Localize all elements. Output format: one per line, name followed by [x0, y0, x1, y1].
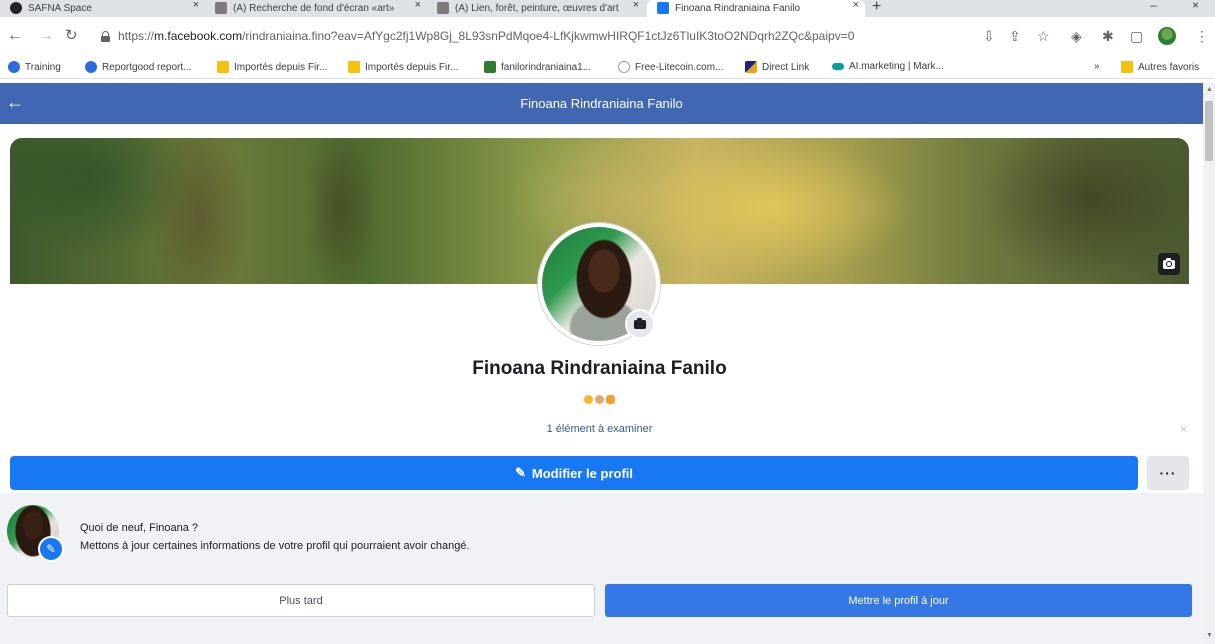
reportgood-icon	[8, 61, 20, 73]
tab-title: (А) Lien, forêt, peinture, œuvres d'art	[455, 3, 619, 14]
close-icon[interactable]: ×	[415, 0, 421, 11]
other-bookmarks-folder[interactable]: Autres favoris	[1121, 61, 1199, 73]
forward-arrow-icon[interactable]: →	[38, 28, 54, 44]
new-tab-icon[interactable]: +	[872, 0, 881, 16]
profile-camera-icon[interactable]	[625, 309, 655, 339]
flex-emoji-icon	[595, 395, 604, 405]
browser-tab[interactable]: (А) Lien, forêt, peinture, œuvres d'art …	[427, 0, 645, 17]
edit-profile-label: Modifier le profil	[531, 465, 634, 481]
update-prompt-title: Quoi de neuf, Finoana ?	[80, 522, 199, 534]
close-icon[interactable]: ×	[193, 0, 199, 11]
update-profile-card: ✎ Quoi de neuf, Finoana ? Mettons à jour…	[0, 493, 1203, 644]
browser-tab-active[interactable]: Finoana Rindraniaina Fanilo ×	[647, 0, 865, 17]
page-scrollbar[interactable]: ▲ ▼	[1203, 83, 1215, 644]
image-icon	[484, 61, 496, 73]
folder-icon	[348, 61, 360, 73]
folder-icon	[1121, 61, 1133, 73]
menu-kebab-icon[interactable]: ⋮	[1195, 29, 1209, 43]
lock-icon[interactable]	[101, 31, 110, 42]
search-favicon-icon	[437, 2, 449, 14]
fist-emoji-icon	[606, 395, 615, 405]
bookmark-item[interactable]: Importés depuis Fir...	[217, 61, 327, 73]
face-emoji-icon	[584, 395, 593, 405]
later-button[interactable]: Plus tard	[7, 584, 595, 617]
safna-favicon-icon	[10, 2, 22, 14]
back-arrow-icon[interactable]: ←	[7, 28, 23, 44]
more-options-button[interactable]: ···	[1147, 456, 1189, 490]
update-prompt-description: Mettons à jour certaines informations de…	[80, 540, 470, 552]
bookmark-item[interactable]: Direct Link	[745, 61, 809, 73]
bookmark-item[interactable]: Training	[8, 61, 61, 73]
address-bar: ← → ↻ https://m.facebook.com/rindraniain…	[0, 17, 1215, 57]
url-field[interactable]: https://m.facebook.com/rindraniaina.fino…	[118, 29, 854, 43]
bookmark-item[interactable]: Importés depuis Fir...	[348, 61, 458, 73]
page-title: Finoana Rindraniaina Fanilo	[520, 96, 683, 111]
edit-profile-button[interactable]: ✎ Modifier le profil	[10, 456, 1138, 490]
directlink-icon	[745, 61, 757, 73]
pencil-icon: ✎	[38, 536, 64, 562]
reportgood-icon	[85, 61, 97, 73]
scroll-down-icon[interactable]: ▼	[1206, 632, 1213, 639]
facebook-favicon-icon	[657, 2, 669, 14]
review-items-link[interactable]: 1 élément à examiner	[0, 423, 1199, 435]
scroll-up-icon[interactable]: ▲	[1206, 86, 1213, 93]
browser-tab[interactable]: (А) Recherche de fond d'écran «art» ×	[205, 0, 427, 17]
bookmark-item[interactable]: Reportgood report...	[85, 61, 192, 73]
update-profile-button[interactable]: Mettre le profil à jour	[605, 584, 1192, 617]
extension-icon[interactable]: ◈	[1071, 29, 1082, 43]
profile-avatar-icon[interactable]	[1158, 27, 1176, 45]
sidepanel-icon[interactable]: ▢	[1130, 29, 1143, 43]
tab-title: SAFNA Space	[28, 3, 92, 14]
bookmark-item[interactable]: fanilorindraniaina1...	[484, 61, 591, 73]
puzzle-icon[interactable]: ✱	[1102, 29, 1114, 43]
facebook-page: ← Finoana Rindraniaina Fanilo Finoana Ri…	[0, 83, 1203, 644]
close-icon[interactable]: ×	[633, 0, 639, 11]
tab-title: Finoana Rindraniaina Fanilo	[675, 3, 801, 14]
bookmark-item[interactable]: Free-Litecoin.com...	[618, 61, 723, 73]
profile-name: Finoana Rindraniaina Fanilo	[472, 358, 727, 379]
more-bookmarks-button[interactable]: »	[1094, 61, 1100, 72]
close-icon[interactable]: ×	[853, 0, 859, 11]
dismiss-close-icon[interactable]: ×	[1180, 422, 1187, 436]
aimarketing-icon	[832, 63, 844, 70]
page-header: ← Finoana Rindraniaina Fanilo	[0, 83, 1203, 124]
browser-tabstrip: SAFNA Space × (А) Recherche de fond d'éc…	[0, 0, 1215, 17]
profile-bio	[0, 392, 1199, 406]
tab-title: (А) Recherche de fond d'écran «art»	[233, 3, 395, 14]
reload-icon[interactable]: ↻	[65, 28, 78, 44]
scrollbar-thumb[interactable]	[1205, 101, 1213, 161]
bookmark-star-icon[interactable]: ☆	[1037, 29, 1050, 43]
install-icon[interactable]: ⇩	[983, 29, 995, 43]
close-window-icon[interactable]: ×	[1192, 0, 1199, 12]
browser-tab[interactable]: SAFNA Space ×	[0, 0, 205, 17]
cover-camera-icon[interactable]	[1158, 253, 1180, 275]
share-icon[interactable]: ⇪	[1009, 29, 1021, 43]
search-favicon-icon	[215, 2, 227, 14]
bookmarks-bar: Training Reportgood report... Importés d…	[0, 57, 1215, 79]
minimize-icon[interactable]: –	[1150, 0, 1157, 12]
pencil-icon: ✎	[514, 465, 526, 480]
bookmark-item[interactable]: AI.marketing | Mark...	[832, 61, 944, 72]
litecoin-icon	[618, 61, 630, 73]
folder-icon	[217, 61, 229, 73]
